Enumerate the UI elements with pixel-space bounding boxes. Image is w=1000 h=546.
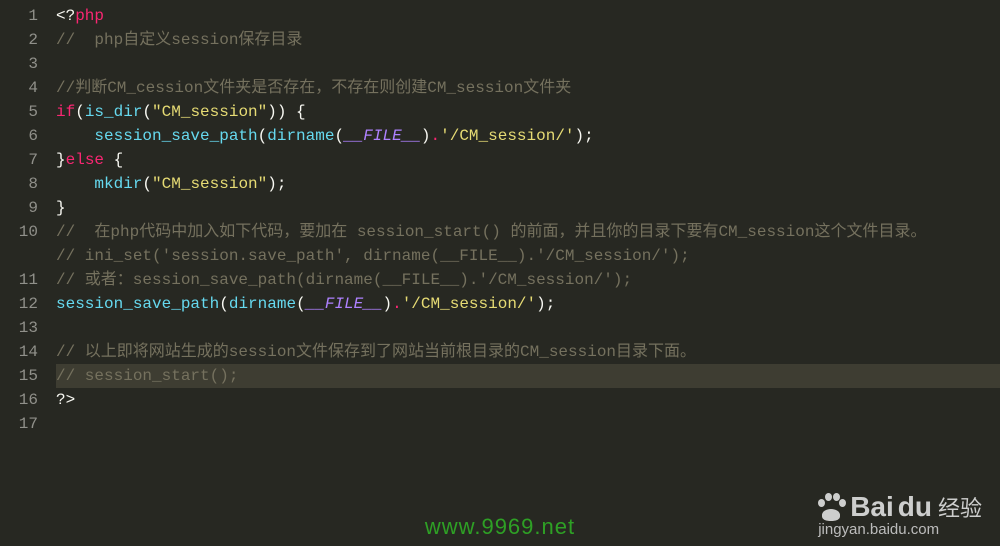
line-number: 3 (0, 52, 38, 76)
code-line[interactable]: if(is_dir("CM_session")) { (56, 100, 1000, 124)
token-punct: ( (334, 127, 344, 145)
baidu-paw-icon (818, 493, 846, 521)
code-line[interactable]: // ini_set('session.save_path', dirname(… (56, 244, 1000, 268)
token-func: mkdir (94, 175, 142, 193)
line-number: 9 (0, 196, 38, 220)
code-line[interactable]: session_save_path(dirname(__FILE__).'/CM… (56, 124, 1000, 148)
token-punct (56, 175, 94, 193)
line-number: 17 (0, 412, 38, 436)
token-comment: // 或者：session_save_path(dirname(__FILE__… (56, 271, 632, 289)
line-number: 6 (0, 124, 38, 148)
line-number: 14 (0, 340, 38, 364)
code-line[interactable]: //判断CM_cession文件夹是否存在，不存在则创建CM_session文件… (56, 76, 1000, 100)
baidu-bai: Bai (850, 491, 894, 523)
token-punct (56, 127, 94, 145)
token-keyword: if (56, 103, 75, 121)
code-line[interactable]: }else { (56, 148, 1000, 172)
code-line[interactable]: ?> (56, 388, 1000, 412)
line-number-gutter: 1234567891011121314151617 (0, 4, 48, 546)
code-line[interactable]: session_save_path(dirname(__FILE__).'/CM… (56, 292, 1000, 316)
token-punct: ); (575, 127, 594, 145)
baidu-subtitle: jingyan.baidu.com (818, 521, 982, 538)
token-punct: ( (219, 295, 229, 313)
code-line[interactable]: // 在php代码中加入如下代码，要加在 session_start() 的前面… (56, 220, 1000, 244)
code-line[interactable]: // php自定义session保存目录 (56, 28, 1000, 52)
code-line[interactable]: <?php (56, 4, 1000, 28)
code-line[interactable] (56, 316, 1000, 340)
token-punct: ); (536, 295, 555, 313)
token-func: session_save_path (94, 127, 257, 145)
line-number: 13 (0, 316, 38, 340)
token-keyword: php (75, 7, 104, 25)
token-string: "CM_session" (152, 103, 267, 121)
token-comment: // ini_set('session.save_path', dirname(… (56, 247, 690, 265)
token-punct: ); (267, 175, 286, 193)
token-comment: // 以上即将网站生成的session文件保存到了网站当前根目录的CM_sess… (56, 343, 696, 361)
token-punct: ) (421, 127, 431, 145)
token-const: __FILE__ (344, 127, 421, 145)
token-tag: <? (56, 7, 75, 25)
token-string: '/CM_session/' (402, 295, 536, 313)
token-punct: } (56, 199, 66, 217)
token-const: __FILE__ (306, 295, 383, 313)
token-punct: ( (142, 175, 152, 193)
line-number: 16 (0, 388, 38, 412)
token-func: is_dir (85, 103, 143, 121)
line-number: 5 (0, 100, 38, 124)
token-op: . (431, 127, 441, 145)
token-string: "CM_session" (152, 175, 267, 193)
token-punct: ) (382, 295, 392, 313)
code-line[interactable]: } (56, 196, 1000, 220)
token-punct: ( (258, 127, 268, 145)
token-punct: } (56, 151, 66, 169)
token-tag: ?> (56, 391, 75, 409)
code-line[interactable]: // session_start(); (56, 364, 1000, 388)
line-number: 2 (0, 28, 38, 52)
code-line[interactable] (56, 52, 1000, 76)
line-number: 15 (0, 364, 38, 388)
token-comment: // php自定义session保存目录 (56, 31, 302, 49)
line-number: 4 (0, 76, 38, 100)
token-punct: )) (267, 103, 286, 121)
token-func: session_save_path (56, 295, 219, 313)
token-comment: // 在php代码中加入如下代码，要加在 session_start() 的前面… (56, 223, 926, 241)
token-punct: { (104, 151, 123, 169)
token-punct: ( (75, 103, 85, 121)
line-number: 11 (0, 268, 38, 292)
watermark-url: www.9969.net (425, 514, 575, 540)
token-punct: { (286, 103, 305, 121)
token-func: dirname (267, 127, 334, 145)
token-comment: //判断CM_cession文件夹是否存在，不存在则创建CM_session文件… (56, 79, 571, 97)
token-op: . (392, 295, 402, 313)
baidu-du: du (898, 491, 932, 523)
code-line[interactable]: // 以上即将网站生成的session文件保存到了网站当前根目录的CM_sess… (56, 340, 1000, 364)
token-func: dirname (229, 295, 296, 313)
line-number: 12 (0, 292, 38, 316)
token-string: '/CM_session/' (440, 127, 574, 145)
token-punct: ( (142, 103, 152, 121)
code-line[interactable]: mkdir("CM_session"); (56, 172, 1000, 196)
token-comment: // session_start(); (56, 367, 238, 385)
watermark-baidu: Baidu 经验 jingyan.baidu.com (818, 491, 982, 538)
code-area[interactable]: <?php // php自定义session保存目录 //判断CM_cession文… (48, 4, 1000, 546)
line-number: 8 (0, 172, 38, 196)
line-number: 7 (0, 148, 38, 172)
token-punct: ( (296, 295, 306, 313)
line-number: 1 (0, 4, 38, 28)
code-line[interactable]: // 或者：session_save_path(dirname(__FILE__… (56, 268, 1000, 292)
line-number: 10 (0, 220, 38, 268)
baidu-jingyan: 经验 (938, 491, 982, 523)
code-editor[interactable]: 1234567891011121314151617 <?php// php自定义… (0, 0, 1000, 546)
token-keyword: else (66, 151, 104, 169)
